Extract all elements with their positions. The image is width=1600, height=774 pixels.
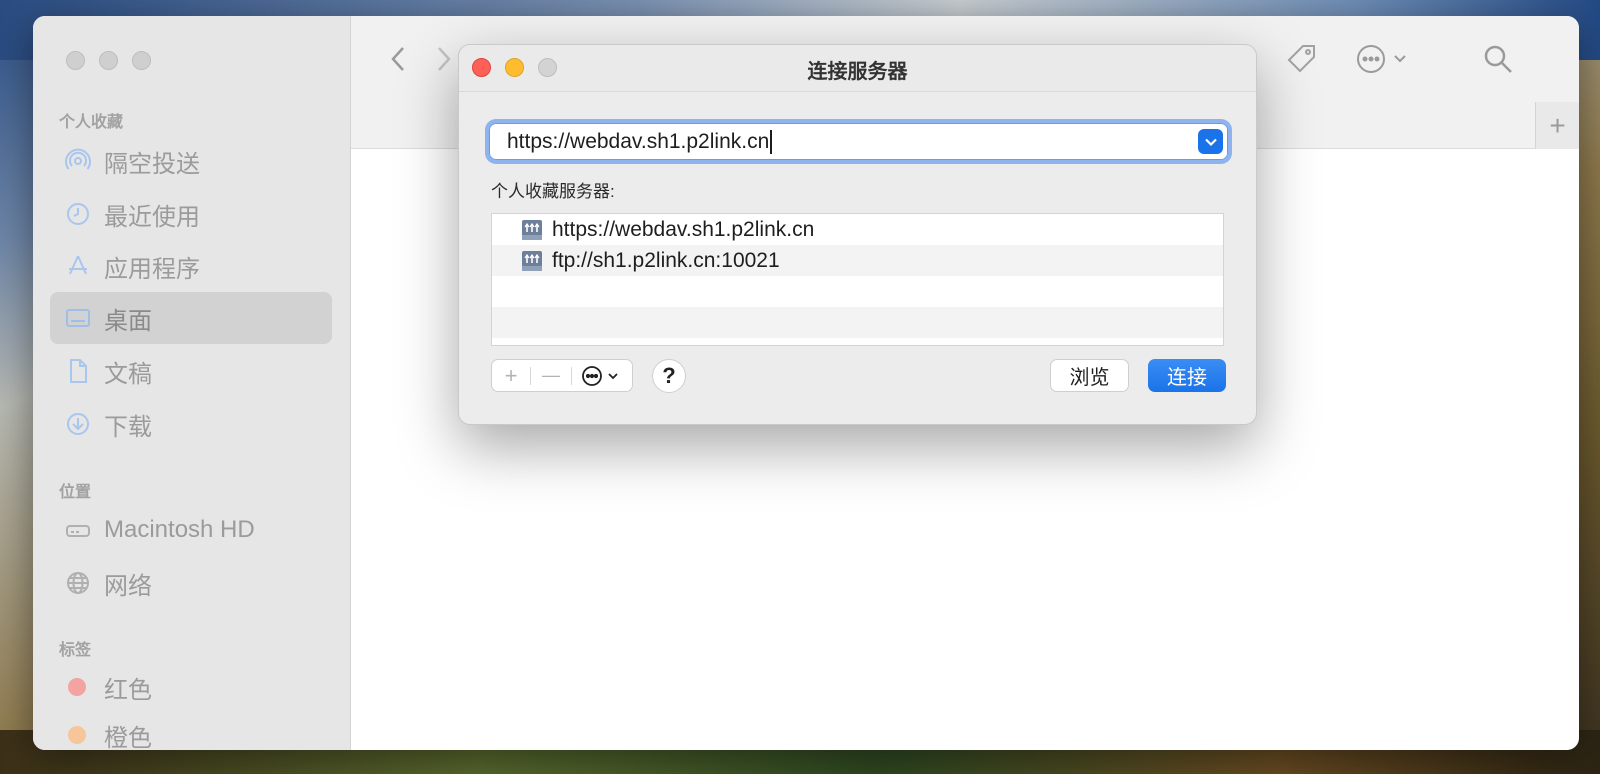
sidebar-item-downloads[interactable]: 下载	[50, 398, 332, 450]
help-button[interactable]: ?	[652, 359, 686, 393]
clock-icon	[64, 200, 92, 228]
list-edit-controls: + —	[491, 359, 633, 392]
sidebar-section-favorites: 个人收藏	[59, 114, 124, 131]
red-tag-dot	[68, 678, 86, 696]
sidebar-item-documents[interactable]: 文稿	[50, 345, 332, 397]
desktop-icon	[64, 304, 92, 332]
ellipsis-circle-icon	[1357, 45, 1406, 73]
sidebar-item-recents[interactable]: 最近使用	[50, 188, 332, 240]
recent-servers-dropdown[interactable]	[1198, 129, 1223, 154]
list-item[interactable]: https://webdav.sh1.p2link.cn	[492, 214, 1223, 245]
remove-server-button[interactable]: —	[531, 360, 571, 391]
sidebar-item-label: Macintosh HD	[104, 516, 255, 543]
sidebar-item-network[interactable]: 网络	[50, 557, 332, 609]
orange-tag-dot	[68, 726, 86, 744]
sidebar-item-label: 橙色	[104, 724, 152, 751]
add-server-button[interactable]: +	[492, 360, 530, 391]
sidebar-item-label: 文稿	[104, 360, 152, 388]
list-item[interactable]: ftp://sh1.p2link.cn:10021	[492, 245, 1223, 276]
server-address-value: https://webdav.sh1.p2link.cn	[507, 129, 770, 153]
dialog-title: 连接服务器	[807, 61, 908, 83]
forward-button[interactable]	[433, 44, 455, 74]
app-store-icon	[64, 252, 92, 280]
server-options-button[interactable]	[572, 360, 632, 391]
airdrop-icon	[64, 147, 92, 175]
sidebar-item-desktop[interactable]: 桌面	[50, 292, 332, 344]
finder-zoom-button[interactable]	[132, 51, 151, 70]
document-icon	[64, 357, 92, 385]
more-actions-button[interactable]	[1355, 42, 1415, 76]
chevron-right-icon	[438, 47, 451, 71]
server-icon	[522, 250, 542, 271]
sidebar-item-label: 最近使用	[104, 203, 200, 231]
sidebar-item-label: 红色	[104, 676, 152, 704]
connect-server-dialog: 连接服务器 https://webdav.sh1.p2link.cn 个人收藏服…	[458, 44, 1257, 425]
list-item-empty	[492, 307, 1223, 338]
back-button[interactable]	[387, 44, 409, 74]
chevron-left-icon	[391, 47, 404, 71]
server-url: https://webdav.sh1.p2link.cn	[552, 217, 815, 241]
sidebar-section-tags: 标签	[59, 642, 92, 659]
globe-icon	[64, 569, 92, 597]
search-button[interactable]	[1481, 42, 1515, 76]
server-icon	[522, 219, 542, 240]
sidebar-item-macintosh-hd[interactable]: Macintosh HD	[50, 504, 332, 556]
text-caret	[770, 129, 773, 154]
hard-drive-icon	[64, 516, 92, 544]
finder-minimize-button[interactable]	[99, 51, 118, 70]
connect-button[interactable]: 连接	[1148, 359, 1226, 392]
sidebar-tag-orange[interactable]: 橙色	[50, 709, 332, 750]
sidebar-item-label: 隔空投送	[104, 150, 200, 178]
finder-window-controls	[66, 51, 151, 70]
server-url: ftp://sh1.p2link.cn:10021	[552, 248, 780, 272]
browse-button[interactable]: 浏览	[1050, 359, 1129, 392]
tag-icon	[1287, 45, 1315, 73]
new-tab-button[interactable]: +	[1535, 102, 1579, 149]
finder-sidebar: 个人收藏 隔空投送 最近使用 应用程序 桌面 文稿 下载 位置 Macintos…	[33, 16, 351, 750]
search-icon	[1484, 45, 1512, 73]
server-address-input[interactable]: https://webdav.sh1.p2link.cn	[489, 123, 1228, 160]
favorite-servers-label: 个人收藏服务器:	[491, 182, 615, 201]
sidebar-item-label: 桌面	[104, 307, 152, 335]
ellipsis-circle-icon	[582, 365, 618, 386]
finder-close-button[interactable]	[66, 51, 85, 70]
sidebar-item-label: 网络	[104, 572, 152, 600]
sidebar-section-locations: 位置	[59, 484, 92, 501]
sidebar-tag-red[interactable]: 红色	[50, 661, 332, 713]
favorite-servers-list: https://webdav.sh1.p2link.cn ftp://sh1.p…	[491, 213, 1224, 346]
dialog-titlebar: 连接服务器	[459, 45, 1256, 92]
sidebar-item-label: 下载	[104, 413, 152, 441]
sidebar-item-airdrop[interactable]: 隔空投送	[50, 135, 332, 187]
download-icon	[64, 410, 92, 438]
sidebar-item-applications[interactable]: 应用程序	[50, 240, 332, 292]
chevron-down-icon	[1204, 138, 1217, 146]
sidebar-item-label: 应用程序	[104, 255, 200, 283]
list-item-empty	[492, 276, 1223, 307]
tag-button[interactable]	[1285, 42, 1319, 76]
